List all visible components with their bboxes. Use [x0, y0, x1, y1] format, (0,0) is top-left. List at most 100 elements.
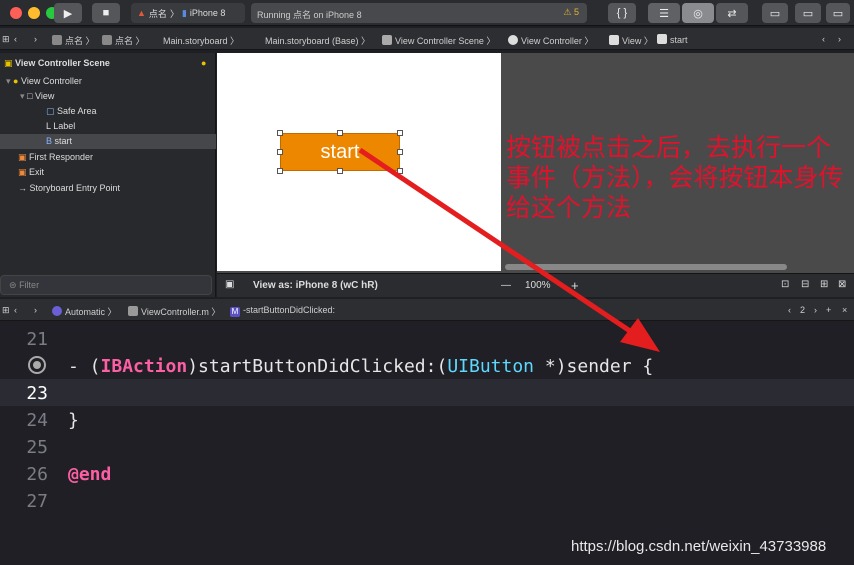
close-window-button[interactable]: [10, 7, 22, 19]
crumb-label: Main.storyboard: [163, 36, 228, 46]
navigator-toggle[interactable]: ▭: [762, 3, 788, 23]
resize-handle[interactable]: [337, 168, 343, 174]
resize-handle[interactable]: [277, 168, 283, 174]
code-editor[interactable]: 21 - (IBAction)startButtonDidClicked:(UI…: [0, 321, 854, 565]
view-controller-icon: ●: [13, 76, 19, 86]
align-icon[interactable]: ⊟: [801, 279, 809, 290]
file-icon: [128, 306, 138, 316]
run-button[interactable]: ▶: [54, 3, 82, 23]
disclosure-icon: ▾: [6, 76, 11, 86]
code-line: 24}: [0, 406, 854, 433]
resize-handle[interactable]: [277, 149, 283, 155]
breadcrumb-start[interactable]: start: [657, 34, 688, 45]
view-controller-icon: [508, 35, 518, 45]
assistant-editor-button[interactable]: ◎: [682, 3, 714, 23]
outline-item-exit[interactable]: ▣ Exit: [0, 165, 216, 180]
inspector-toggle[interactable]: ▭: [826, 3, 850, 23]
add-constraints-icon[interactable]: ⊞: [820, 279, 828, 290]
forward-icon[interactable]: ›: [34, 34, 37, 44]
next-issue-icon[interactable]: ›: [838, 34, 841, 44]
outline-item-view[interactable]: ▾ □ View: [0, 89, 216, 104]
crumb-label: 点名: [115, 36, 134, 46]
scheme-device: iPhone 8: [189, 8, 226, 18]
line-number: 23: [26, 383, 48, 404]
storyboard-canvas[interactable]: start 按钮被点击之后，去执行一个事件（方法），会将按钮本身传给这个方法: [217, 53, 854, 273]
outline-item-first-responder[interactable]: ▣ First Responder: [0, 150, 216, 165]
zoom-out-button[interactable]: —: [501, 280, 511, 291]
outline-item-label-element[interactable]: L Label: [0, 119, 216, 134]
outline-item-label: Exit: [29, 167, 45, 177]
related-items-menu[interactable]: Automatic 〉: [52, 305, 117, 318]
breadcrumb-view-controller[interactable]: View Controller 〉: [508, 34, 593, 47]
chevron-right-icon: 〉: [169, 8, 179, 19]
grid-icon[interactable]: ⊞: [2, 34, 10, 45]
standard-editor-button[interactable]: ☰: [648, 3, 680, 23]
version-editor-button[interactable]: ⇄: [716, 3, 748, 23]
breadcrumb-storyboard[interactable]: Main.storyboard 〉: [163, 34, 239, 47]
zoom-in-button[interactable]: +: [571, 278, 579, 293]
breadcrumb-view[interactable]: View 〉: [609, 34, 653, 47]
resize-handle[interactable]: [397, 168, 403, 174]
breadcrumb-storyboard-base[interactable]: Main.storyboard (Base) 〉: [265, 34, 370, 47]
crumb-label: 点名: [65, 36, 84, 46]
library-icon: { }: [616, 7, 628, 19]
stop-button[interactable]: ■: [92, 3, 120, 23]
warning-badge[interactable]: ⚠ 5: [563, 7, 579, 18]
outline-item-entry-point[interactable]: → Storyboard Entry Point: [0, 181, 216, 196]
align-left-icon: ☰: [659, 7, 669, 20]
window-toolbar: ▶ ■ ▲ 点名 〉 ▮ iPhone 8 Running 点名 on iPho…: [0, 0, 854, 26]
code-line: 27: [0, 487, 854, 514]
outline-item-safe-area[interactable]: ▢ Safe Area: [0, 104, 216, 119]
back-icon[interactable]: ‹: [14, 305, 17, 315]
outline-filter-field[interactable]: ⊜ Filter: [0, 275, 212, 295]
filter-placeholder: Filter: [19, 280, 40, 290]
minimize-window-button[interactable]: [28, 7, 40, 19]
update-frames-icon[interactable]: ⊡: [781, 279, 789, 290]
grid-icon[interactable]: ⊞: [2, 305, 10, 316]
breadcrumb-scene[interactable]: View Controller Scene 〉: [382, 34, 495, 47]
resize-handle[interactable]: [397, 149, 403, 155]
file-crumb[interactable]: ViewController.m 〉: [128, 305, 220, 318]
library-button[interactable]: { }: [608, 3, 636, 23]
previous-counterpart-icon[interactable]: ‹: [788, 305, 791, 315]
code-line: 21: [0, 325, 854, 352]
outline-item-view-controller[interactable]: ▾ ● View Controller: [0, 74, 216, 89]
resize-handle[interactable]: [337, 130, 343, 136]
app-icon: ▲: [137, 8, 146, 18]
outline-toggle-icon[interactable]: ▣: [225, 279, 234, 290]
forward-icon[interactable]: ›: [34, 305, 37, 315]
method-crumb[interactable]: M -startButtonDidClicked:: [230, 305, 335, 317]
next-counterpart-icon[interactable]: ›: [814, 305, 817, 315]
arrow-right-icon: →: [18, 183, 27, 193]
resolve-issues-icon[interactable]: ⊠: [838, 279, 846, 290]
venn-icon: ◎: [693, 7, 703, 20]
breadcrumb-project[interactable]: 点名 〉: [52, 34, 95, 47]
outline-item-start[interactable]: B start: [0, 134, 216, 149]
ibaction-connection-icon[interactable]: [28, 356, 46, 374]
code-keyword: IBAction: [100, 356, 188, 377]
code-line-current[interactable]: 23: [0, 379, 854, 406]
scheme-app: 点名: [148, 8, 167, 19]
disclosure-icon: ▾: [20, 91, 25, 101]
right-panel-icon: ▭: [832, 7, 844, 20]
start-button[interactable]: start: [280, 133, 400, 171]
safe-area-icon: ▢: [46, 106, 55, 116]
resize-handle[interactable]: [397, 130, 403, 136]
add-editor-icon[interactable]: +: [826, 305, 831, 315]
method-label: -startButtonDidClicked:: [243, 305, 336, 315]
line-number: 27: [26, 491, 48, 512]
breadcrumb-group[interactable]: 点名 〉: [102, 34, 145, 47]
resize-handle[interactable]: [277, 130, 283, 136]
bottom-panel-icon: ▭: [802, 7, 814, 20]
previous-issue-icon[interactable]: ‹: [822, 34, 825, 44]
back-icon[interactable]: ‹: [14, 34, 17, 44]
outline-item-label: View: [35, 91, 55, 101]
code-token: *)sender {: [534, 356, 654, 377]
close-editor-icon[interactable]: ×: [842, 305, 847, 315]
debug-area-toggle[interactable]: ▭: [795, 3, 821, 23]
outline-scene-header[interactable]: ▣ View Controller Scene ●: [0, 56, 216, 71]
horizontal-scrollbar[interactable]: [505, 264, 787, 270]
view-as-label[interactable]: View as: iPhone 8 (wC hR): [253, 280, 378, 291]
view-controller-frame[interactable]: start: [217, 53, 501, 271]
scheme-selector[interactable]: ▲ 点名 〉 ▮ iPhone 8: [131, 3, 245, 23]
